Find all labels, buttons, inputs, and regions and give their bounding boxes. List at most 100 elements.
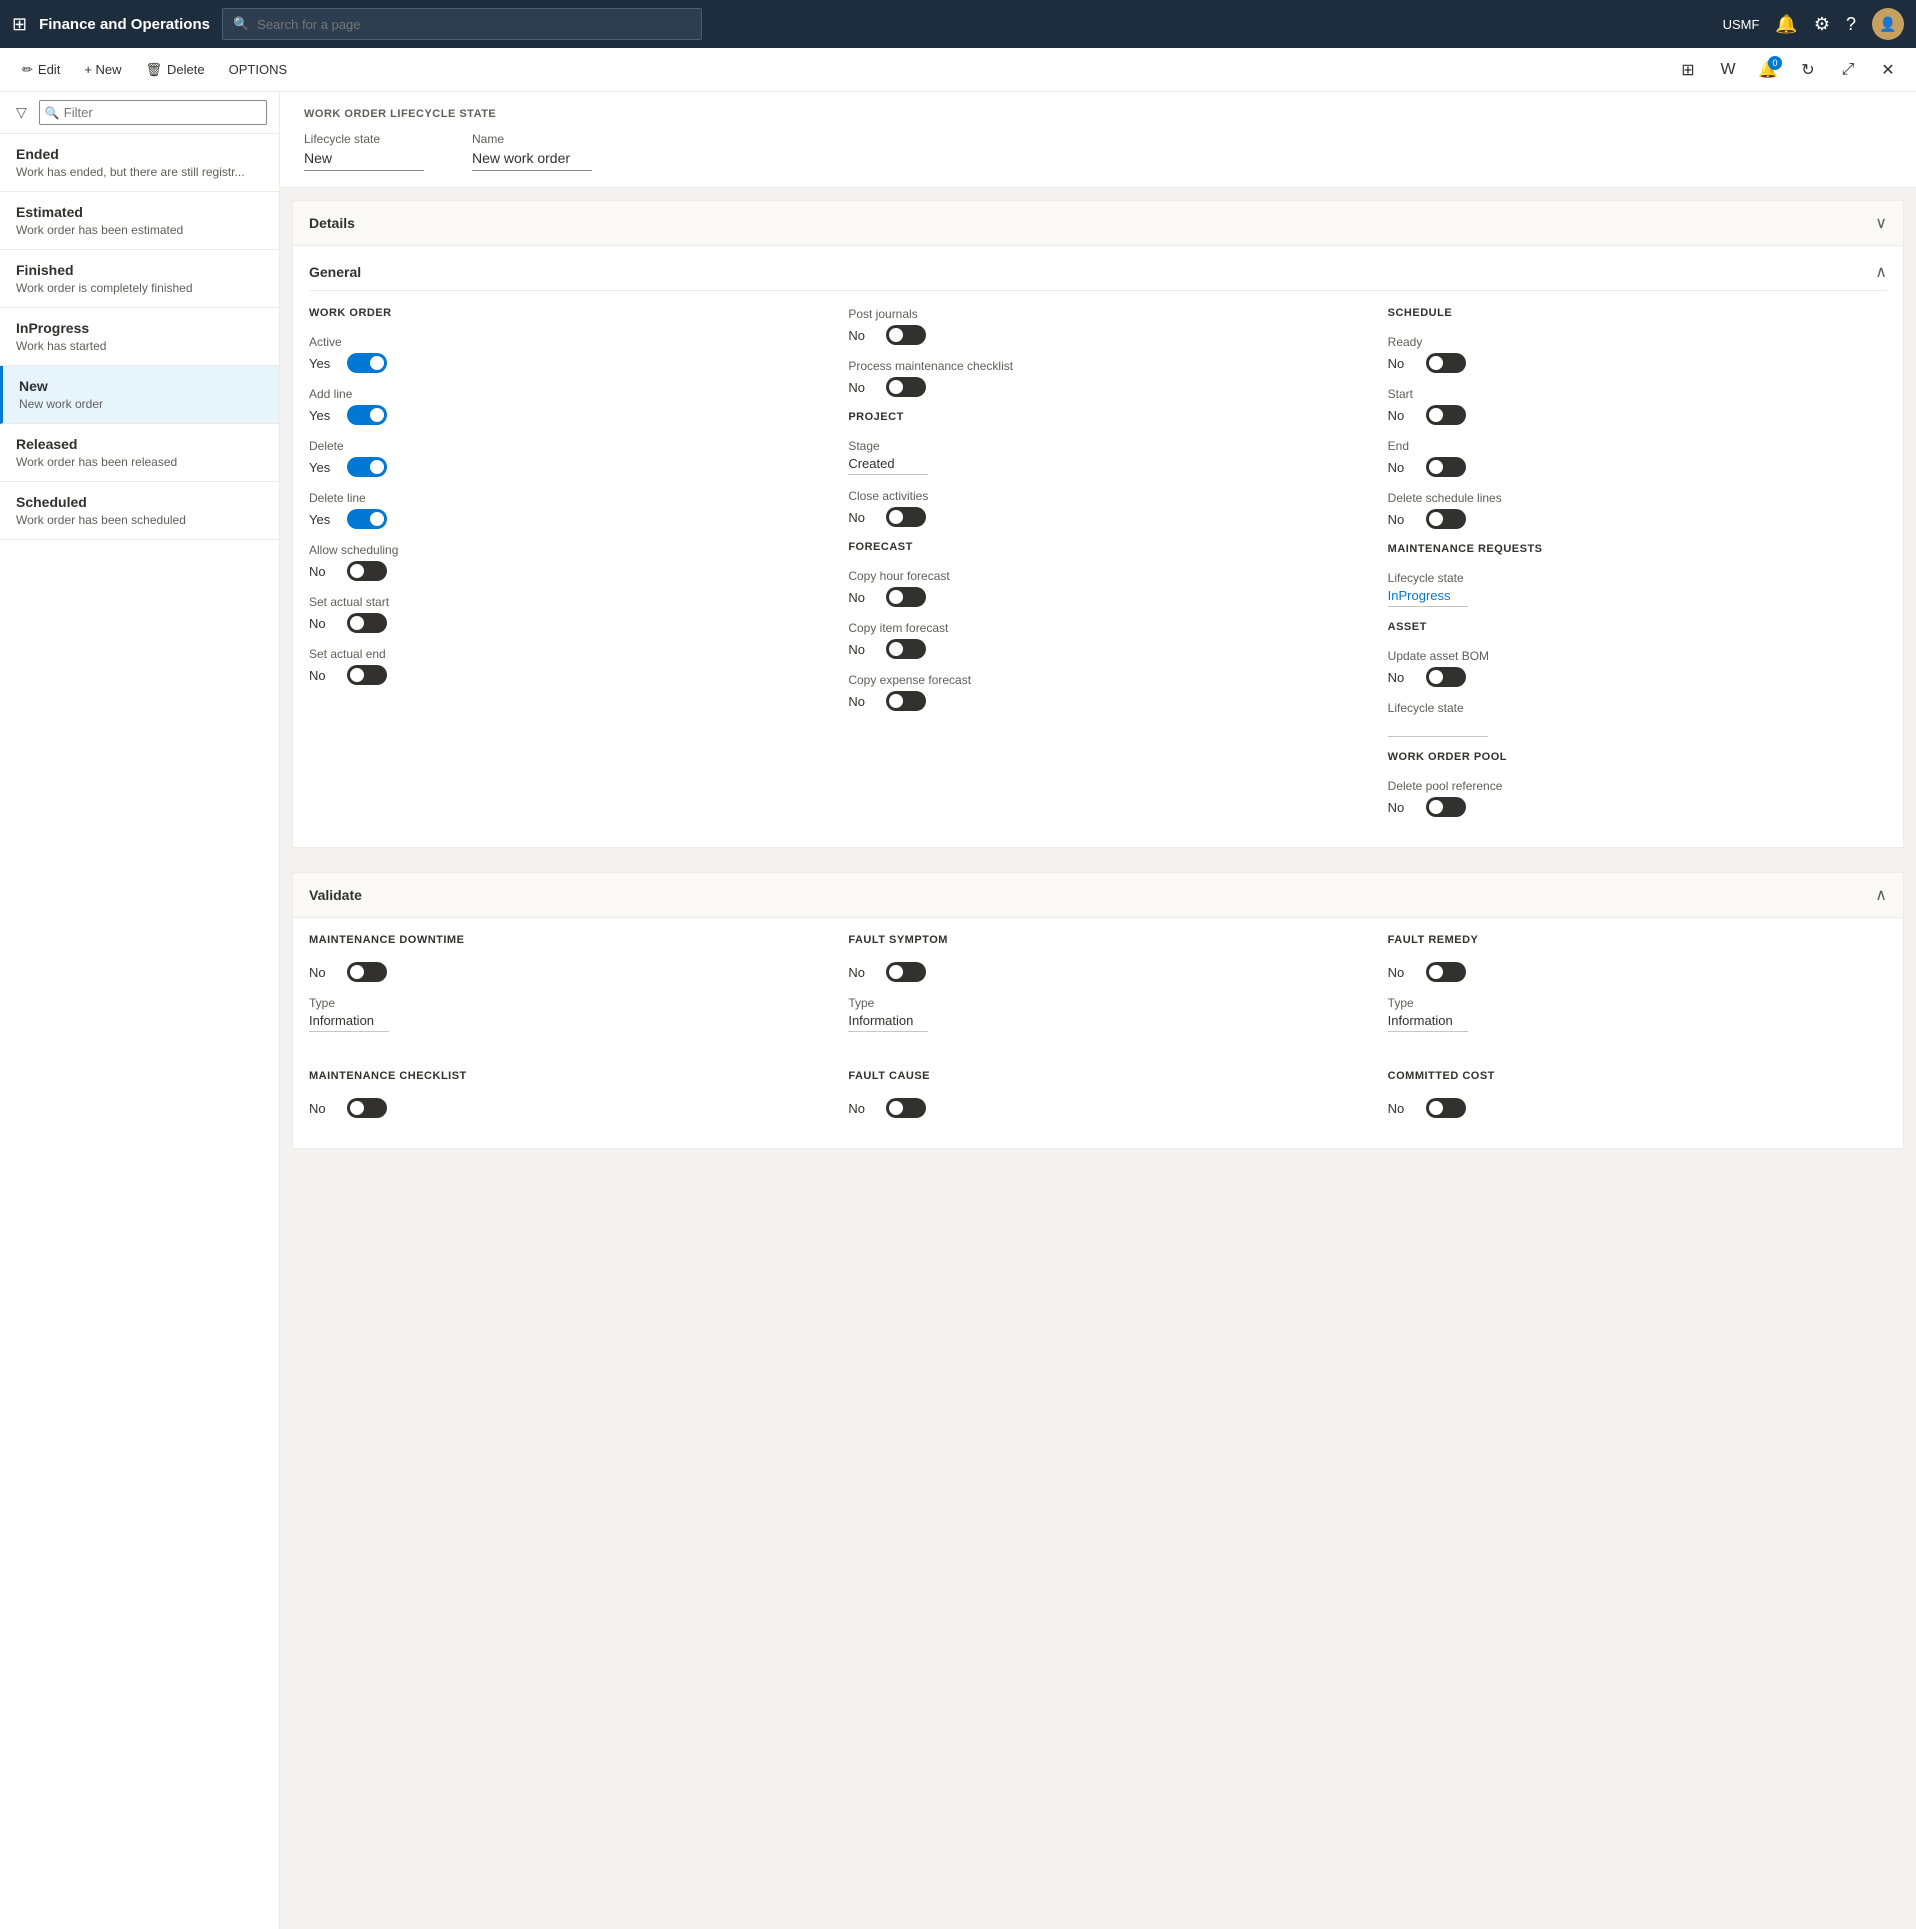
post-journals-field: Post journals No xyxy=(848,307,1347,345)
global-search[interactable]: 🔍 xyxy=(222,8,702,40)
sidebar-item-ended[interactable]: Ended Work has ended, but there are stil… xyxy=(0,134,279,192)
top-nav-right: USMF 🔔 ⚙ ? 👤 xyxy=(1723,8,1904,40)
sidebar-item-estimated[interactable]: Estimated Work order has been estimated xyxy=(0,192,279,250)
sidebar-item-scheduled[interactable]: Scheduled Work order has been scheduled xyxy=(0,482,279,540)
validate-chevron-icon: ∧ xyxy=(1875,885,1887,905)
delete-schedule-lines-toggle[interactable] xyxy=(1426,509,1466,529)
search-input[interactable] xyxy=(257,17,691,32)
maintenance-downtime-toggle[interactable] xyxy=(347,962,387,982)
settings-icon[interactable]: ⚙ xyxy=(1814,14,1830,35)
delete-pool-reference-field: Delete pool reference No xyxy=(1388,779,1887,817)
sidebar-item-inprogress[interactable]: InProgress Work has started xyxy=(0,308,279,366)
close-button[interactable]: ✕ xyxy=(1872,54,1904,86)
process-maintenance-toggle[interactable] xyxy=(886,377,926,397)
edit-button[interactable]: ✏ Edit xyxy=(12,56,70,84)
stage-field: Stage Created xyxy=(848,439,1347,475)
notification-icon[interactable]: 🔔 xyxy=(1775,14,1797,35)
maintenance-checklist-toggle[interactable] xyxy=(347,1098,387,1118)
copy-item-forecast-field: Copy item forecast No xyxy=(848,621,1347,659)
main-layout: ▽ 🔍 Ended Work has ended, but there are … xyxy=(0,92,1916,1929)
delete-line-field: Delete line Yes xyxy=(309,491,808,529)
copy-item-forecast-toggle[interactable] xyxy=(886,639,926,659)
command-bar: ✏ Edit + New 🗑 Delete OPTIONS ⊞ W 🔔0 ↻ ⤢… xyxy=(0,48,1916,92)
end-toggle[interactable] xyxy=(1426,457,1466,477)
sidebar-item-released[interactable]: Released Work order has been released xyxy=(0,424,279,482)
details-section-card: Details ∨ General ∧ WORK ORDER Active xyxy=(292,200,1904,848)
fault-cause-toggle[interactable] xyxy=(886,1098,926,1118)
maintenance-downtime-toggle-field: No xyxy=(309,962,808,982)
refresh-button[interactable]: ↻ xyxy=(1792,54,1824,86)
middle-col: Post journals No Process maintenance che… xyxy=(848,307,1347,831)
copy-hour-forecast-toggle[interactable] xyxy=(886,587,926,607)
fault-remedy-toggle[interactable] xyxy=(1426,962,1466,982)
work-order-pool-subsection: WORK ORDER POOL Delete pool reference No xyxy=(1388,751,1887,817)
view-toggle-button[interactable]: ⊞ xyxy=(1672,54,1704,86)
committed-cost-toggle[interactable] xyxy=(1426,1098,1466,1118)
company-label: USMF xyxy=(1723,17,1760,32)
start-toggle[interactable] xyxy=(1426,405,1466,425)
app-title: Finance and Operations xyxy=(39,16,210,33)
notifications-button[interactable]: 🔔0 xyxy=(1752,54,1784,86)
active-field: Active Yes xyxy=(309,335,808,373)
work-order-col: WORK ORDER Active Yes Add line Yes xyxy=(309,307,808,831)
options-button[interactable]: OPTIONS xyxy=(219,56,298,83)
sidebar-item-finished[interactable]: Finished Work order is completely finish… xyxy=(0,250,279,308)
details-section-body: General ∧ WORK ORDER Active Yes xyxy=(293,246,1903,847)
forecast-subsection: FORECAST Copy hour forecast No Copy item… xyxy=(848,541,1347,711)
post-journals-toggle[interactable] xyxy=(886,325,926,345)
maintenance-checklist-col: MAINTENANCE CHECKLIST No xyxy=(309,1070,808,1132)
word-button[interactable]: W xyxy=(1712,54,1744,86)
allow-scheduling-field: Allow scheduling No xyxy=(309,543,808,581)
maintenance-checklist-toggle-field: No xyxy=(309,1098,808,1118)
update-asset-bom-field: Update asset BOM No xyxy=(1388,649,1887,687)
lifecycle-fields: Lifecycle state New Name New work order xyxy=(304,132,1892,171)
delete-toggle[interactable] xyxy=(347,457,387,477)
general-chevron-icon[interactable]: ∧ xyxy=(1875,262,1887,282)
grid-icon[interactable]: ⊞ xyxy=(12,14,27,35)
add-line-toggle[interactable] xyxy=(347,405,387,425)
set-actual-start-field: Set actual start No xyxy=(309,595,808,633)
sidebar-filter-input[interactable] xyxy=(39,100,267,125)
validate-section-header[interactable]: Validate ∧ xyxy=(293,873,1903,918)
delete-field: Delete Yes xyxy=(309,439,808,477)
search-icon: 🔍 xyxy=(233,16,249,32)
validate-section-body: MAINTENANCE DOWNTIME No Type Information xyxy=(293,918,1903,1148)
end-field: End No xyxy=(1388,439,1887,477)
details-section-header[interactable]: Details ∨ xyxy=(293,201,1903,246)
fault-symptom-toggle-field: No xyxy=(848,962,1347,982)
fault-remedy-col: FAULT REMEDY No Type Information xyxy=(1388,934,1887,1046)
copy-expense-forecast-toggle[interactable] xyxy=(886,691,926,711)
help-icon[interactable]: ? xyxy=(1846,14,1856,35)
ready-toggle[interactable] xyxy=(1426,353,1466,373)
project-subsection: PROJECT Stage Created Close activities N… xyxy=(848,411,1347,527)
set-actual-end-toggle[interactable] xyxy=(347,665,387,685)
asset-lifecycle-field: Lifecycle state xyxy=(1388,701,1887,737)
allow-scheduling-toggle[interactable] xyxy=(347,561,387,581)
delete-pool-reference-toggle[interactable] xyxy=(1426,797,1466,817)
set-actual-start-toggle[interactable] xyxy=(347,613,387,633)
update-asset-bom-toggle[interactable] xyxy=(1426,667,1466,687)
fault-symptom-toggle[interactable] xyxy=(886,962,926,982)
active-toggle[interactable] xyxy=(347,353,387,373)
avatar[interactable]: 👤 xyxy=(1872,8,1904,40)
new-button[interactable]: + New xyxy=(74,56,131,83)
filter-toggle-icon[interactable]: ▽ xyxy=(12,100,31,125)
validate-section-card: Validate ∧ MAINTENANCE DOWNTIME No xyxy=(292,872,1904,1149)
fault-remedy-toggle-field: No xyxy=(1388,962,1887,982)
delete-line-toggle[interactable] xyxy=(347,509,387,529)
add-line-field: Add line Yes xyxy=(309,387,808,425)
maximize-button[interactable]: ⤢ xyxy=(1832,54,1864,86)
maintenance-requests-subsection: MAINTENANCE REQUESTS Lifecycle state InP… xyxy=(1388,543,1887,607)
maintenance-downtime-type-field: Type Information xyxy=(309,996,808,1032)
committed-cost-toggle-field: No xyxy=(1388,1098,1887,1118)
maintenance-downtime-col: MAINTENANCE DOWNTIME No Type Information xyxy=(309,934,808,1046)
close-activities-toggle[interactable] xyxy=(886,507,926,527)
delete-icon: 🗑 xyxy=(146,62,163,78)
lifecycle-name-field: Name New work order xyxy=(472,132,592,171)
validate-grid: MAINTENANCE DOWNTIME No Type Information xyxy=(309,934,1887,1132)
sidebar-items-list: Ended Work has ended, but there are stil… xyxy=(0,134,279,1929)
sidebar-item-new[interactable]: New New work order xyxy=(0,366,279,424)
delete-button[interactable]: 🗑 Delete xyxy=(136,56,215,84)
copy-hour-forecast-field: Copy hour forecast No xyxy=(848,569,1347,607)
general-title: General xyxy=(309,264,361,280)
